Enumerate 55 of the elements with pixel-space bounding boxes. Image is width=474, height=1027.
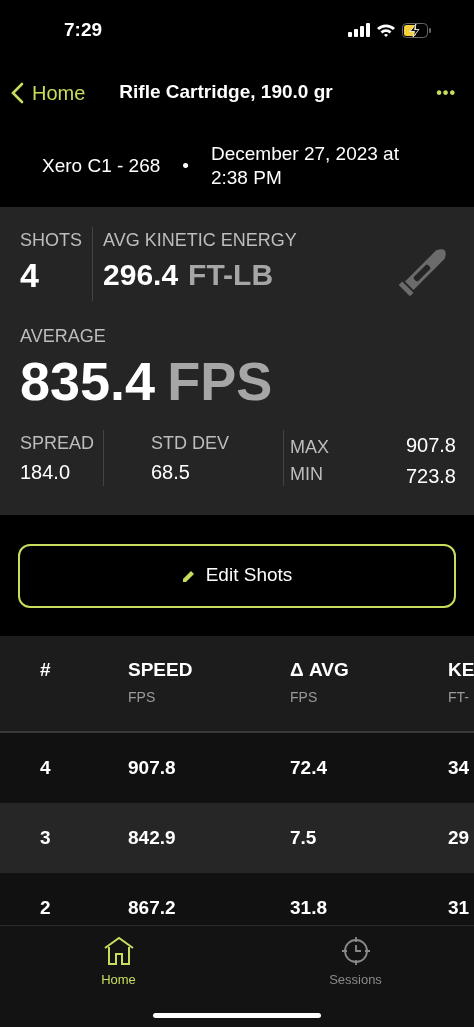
back-button[interactable]: Home <box>10 77 86 108</box>
signal-icon <box>348 23 370 37</box>
table-cell: 31.8 <box>290 896 327 918</box>
table-cell: 29 <box>448 826 470 848</box>
target-icon <box>340 936 371 966</box>
table-row[interactable]: 3 842.9 7.5 29 <box>0 803 474 873</box>
table-cell: 7.5 <box>290 826 317 848</box>
max-value: 907.8 <box>404 433 456 458</box>
table-cell: 907.8 <box>128 756 176 778</box>
tab-item[interactable]: Home <box>0 926 237 1027</box>
table-cell: 34 <box>448 756 470 778</box>
column-header: # <box>40 658 52 682</box>
chevron-left-icon <box>10 81 24 104</box>
tab-item[interactable]: Sessions <box>237 926 474 1027</box>
column-header: SPEED <box>128 658 194 682</box>
energy-unit: FT-LB <box>188 257 274 293</box>
table-row[interactable]: 4 907.8 72.4 34 <box>0 733 474 803</box>
column-header: Δ AVG <box>290 658 350 682</box>
column-unit: FT- <box>448 687 470 707</box>
table-row[interactable]: 2 867.2 31.8 31 <box>0 873 474 925</box>
edit-shots-button[interactable]: Edit Shots <box>18 543 456 608</box>
table-cell: 3 <box>40 826 51 848</box>
wifi-icon <box>376 23 396 37</box>
session-date: December 27, 2023 at 2:38 PM <box>210 142 400 190</box>
table-cell: 72.4 <box>290 756 327 778</box>
average-unit: FPS <box>167 350 273 412</box>
min-label: MIN <box>290 463 324 486</box>
table-cell: 867.2 <box>128 896 176 918</box>
column-unit: FPS <box>290 687 319 707</box>
spread-value: 184.0 <box>20 460 72 485</box>
more-button[interactable]: ••• <box>436 80 456 105</box>
table-cell: 31 <box>448 896 470 918</box>
pencil-icon <box>181 568 196 583</box>
std-dev-label: STD DEV <box>151 432 230 455</box>
battery-charging-icon <box>402 22 432 38</box>
min-value: 723.8 <box>404 464 456 489</box>
status-time: 7:29 <box>64 17 103 42</box>
energy-value: 296.4 <box>103 257 179 293</box>
table-cell: 842.9 <box>128 826 176 848</box>
table-cell: 2 <box>40 896 51 918</box>
std-dev-value: 68.5 <box>151 460 191 485</box>
column-header: KE <box>448 658 474 682</box>
shots-label: SHOTS <box>20 229 82 252</box>
max-label: MAX <box>290 436 330 459</box>
separator-dot: • <box>182 153 189 178</box>
average-label: AVERAGE <box>20 325 107 348</box>
device-name: Xero C1 - 268 <box>42 153 161 178</box>
energy-label: AVG KINETIC ENERGY <box>103 229 298 252</box>
average-value: 835.4 <box>20 350 156 412</box>
column-unit: FPS <box>128 687 157 707</box>
table-cell: 4 <box>40 756 51 778</box>
shots-value: 4 <box>20 255 40 296</box>
spread-label: SPREAD <box>20 432 96 455</box>
home-icon <box>102 936 135 966</box>
nav-title: Rifle Cartridge, 190.0 gr <box>119 80 334 105</box>
